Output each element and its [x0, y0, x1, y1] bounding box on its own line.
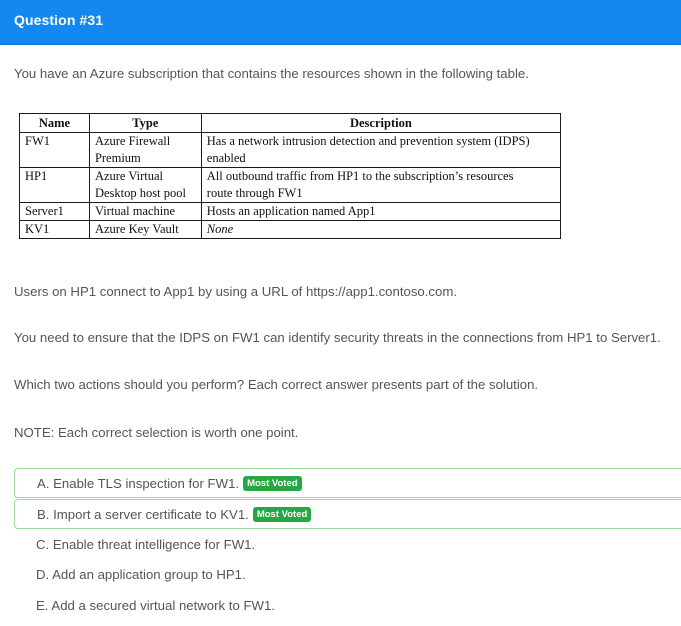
question-title: Question #31: [14, 12, 104, 28]
question-prompt-text: Which two actions should you perform? Ea…: [14, 377, 539, 392]
cell-name: Server1: [19, 202, 90, 221]
cell-name: HP1: [19, 167, 90, 203]
cell-description-line: route through FW1: [206, 186, 303, 200]
answer-option-label: E. Add a secured virtual network to FW1.: [36, 598, 275, 613]
answer-option-c[interactable]: C. Enable threat intelligence for FW1.: [14, 530, 681, 560]
cell-description: Has a network intrusion detection and pr…: [200, 132, 562, 168]
cell-description: None: [200, 220, 562, 239]
cell-description-line: None: [206, 222, 234, 236]
table-row: Server1 Virtual machine Hosts an applica…: [19, 202, 562, 221]
question-header: Question #31: [0, 0, 681, 45]
cell-description-line: enabled: [206, 151, 246, 165]
answer-option-label: A. Enable TLS inspection for FW1.: [37, 476, 240, 491]
cell-description-line: Has a network intrusion detection and pr…: [206, 134, 530, 148]
question-intro: You have an Azure subscription that cont…: [14, 66, 529, 81]
question-note-text: NOTE: Each correct selection is worth on…: [14, 425, 299, 440]
column-header-description: Description: [200, 113, 562, 133]
answer-option-b[interactable]: B. Import a server certificate to KV1. Mo…: [14, 499, 681, 529]
table-row: KV1 Azure Key Vault None: [19, 220, 562, 239]
cell-type-line: Azure Key Vault: [94, 222, 179, 236]
resources-table: Name Type Description FW1 Azure Firewall…: [19, 113, 562, 239]
column-header-name: Name: [19, 113, 90, 133]
answer-option-d[interactable]: D. Add an application group to HP1.: [14, 560, 681, 590]
answer-option-a[interactable]: A. Enable TLS inspection for FW1. Most Vo…: [14, 468, 681, 498]
answer-option-label: D. Add an application group to HP1.: [36, 567, 246, 582]
answer-option-e[interactable]: E. Add a secured virtual network to FW1.: [14, 591, 681, 621]
cell-description: Hosts an application named App1: [200, 202, 562, 221]
question-requirement-text: You need to ensure that the IDPS on FW1 …: [14, 330, 661, 345]
question-users-text: Users on HP1 connect to App1 by using a …: [14, 284, 458, 299]
cell-name: KV1: [19, 220, 90, 239]
most-voted-badge: Most Voted: [252, 507, 312, 523]
table-header-row: Name Type Description: [19, 113, 562, 133]
cell-description: All outbound traffic from HP1 to the sub…: [200, 167, 562, 203]
answer-option-label: B. Import a server certificate to KV1.: [37, 507, 249, 522]
cell-type-line: Azure Virtual: [94, 169, 164, 183]
answer-option-label: C. Enable threat intelligence for FW1.: [36, 537, 256, 552]
table-row: FW1 Azure Firewall Premium Has a network …: [19, 132, 562, 168]
cell-type-line: Azure Firewall: [94, 134, 171, 148]
cell-type: Azure Virtual Desktop host pool: [88, 167, 202, 203]
cell-type-line: Virtual machine: [94, 204, 176, 218]
cell-description-line: Hosts an application named App1: [206, 204, 376, 218]
most-voted-badge: Most Voted: [243, 476, 302, 492]
cell-type: Virtual machine: [88, 202, 202, 221]
column-header-type: Type: [88, 113, 202, 133]
cell-type: Azure Key Vault: [88, 220, 202, 239]
cell-type-line: Desktop host pool: [94, 186, 186, 200]
cell-type-line: Premium: [94, 151, 141, 165]
cell-type: Azure Firewall Premium: [88, 132, 202, 168]
cell-description-line: All outbound traffic from HP1 to the sub…: [206, 169, 514, 183]
table-row: HP1 Azure Virtual Desktop host pool All o…: [19, 167, 562, 203]
cell-name: FW1: [19, 132, 90, 168]
